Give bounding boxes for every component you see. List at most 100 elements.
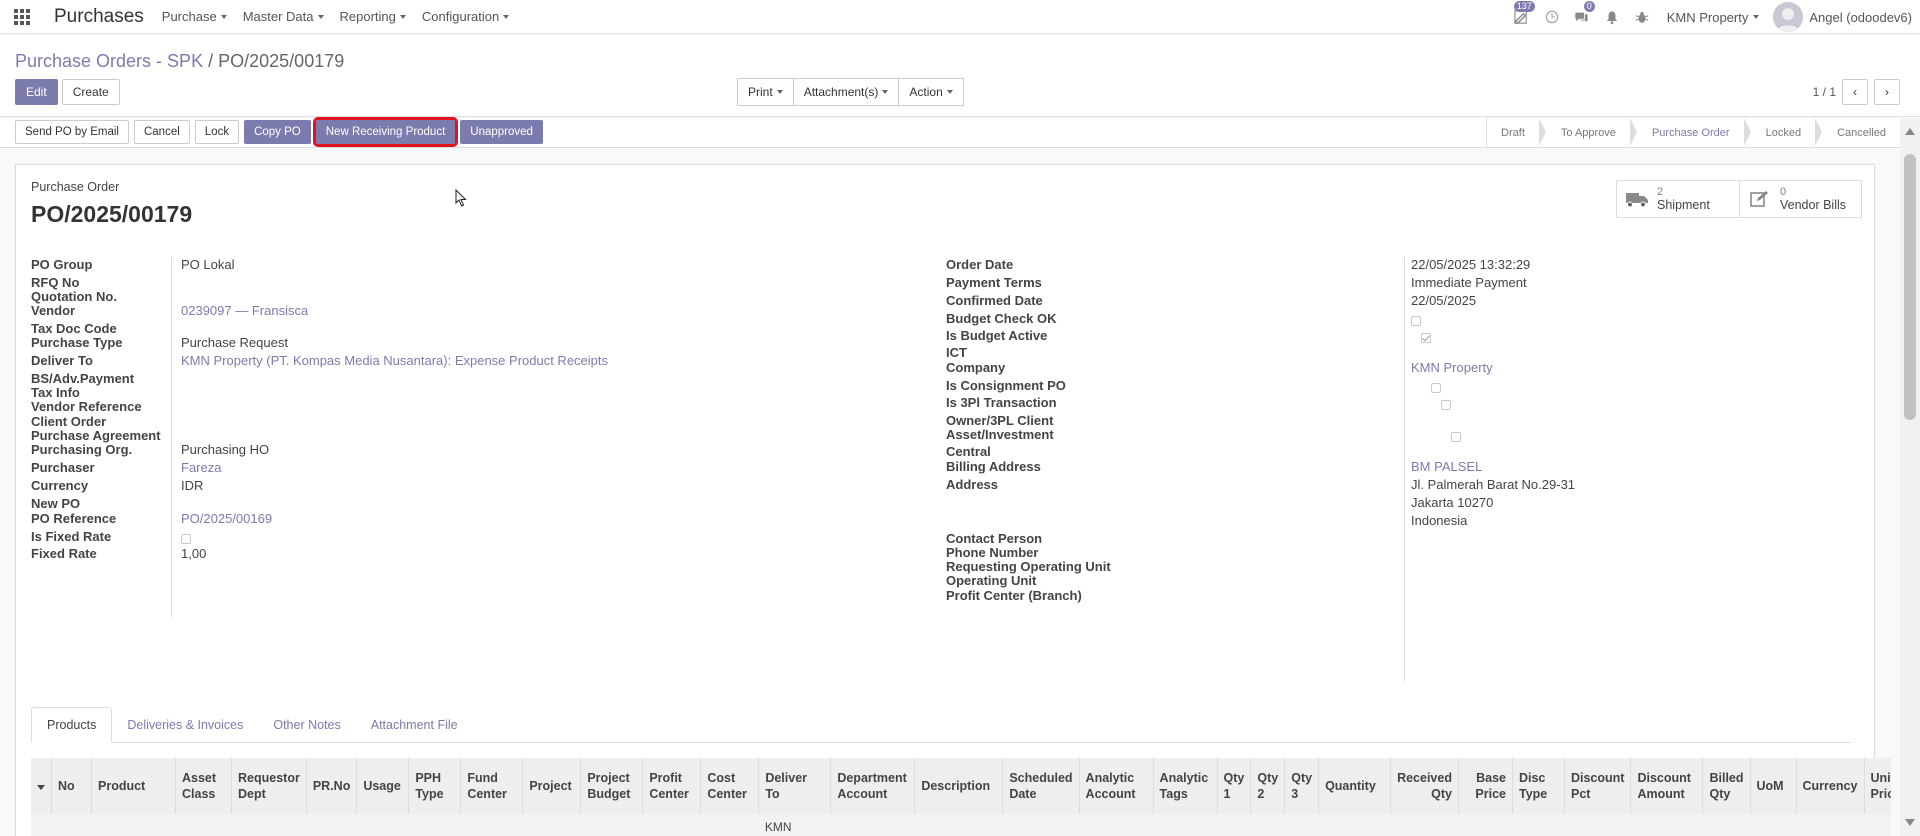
scroll-thumb[interactable]: [1904, 154, 1916, 420]
column-header-disc-type[interactable]: Disc Type: [1512, 758, 1565, 814]
pager-previous-button[interactable]: ‹: [1842, 79, 1868, 105]
action-dropdown[interactable]: Action: [898, 78, 964, 106]
column-header-description[interactable]: Description: [914, 758, 1004, 814]
table-cell: [1079, 814, 1154, 836]
shipment-smart-button[interactable]: 2 Shipment: [1617, 181, 1739, 217]
pager-next-button[interactable]: ›: [1874, 79, 1900, 105]
column-header-usage[interactable]: Usage: [356, 758, 410, 814]
column-header-qty-1[interactable]: Qty 1: [1217, 758, 1252, 814]
field-label: Billing Address: [946, 459, 1041, 474]
page-scrollbar[interactable]: [1900, 118, 1920, 836]
column-header-cost-center[interactable]: Cost Center: [700, 758, 760, 814]
column-header-product[interactable]: Product: [91, 758, 176, 814]
menu-reporting[interactable]: Reporting: [340, 9, 406, 24]
field-value-link[interactable]: Fareza: [181, 460, 221, 475]
column-header-qty-2[interactable]: Qty 2: [1250, 758, 1286, 814]
field-label: Deliver To: [31, 353, 93, 368]
scroll-up-arrow-icon[interactable]: [1905, 128, 1915, 135]
field-value: 22/05/2025: [1411, 293, 1477, 308]
checkbox[interactable]: [181, 534, 191, 544]
scroll-down-arrow-icon[interactable]: [1905, 819, 1915, 826]
field-value: 22/05/2025 13:32:29: [1411, 257, 1531, 272]
bell-icon[interactable]: [1597, 0, 1627, 34]
clock-icon[interactable]: [1537, 0, 1567, 34]
column-header-project-budget[interactable]: Project Budget: [580, 758, 644, 814]
unapproved-button[interactable]: Unapproved: [460, 120, 543, 144]
column-header-qty-3[interactable]: Qty 3: [1284, 758, 1320, 814]
lock-button[interactable]: Lock: [194, 120, 240, 144]
table-cell: [1630, 814, 1703, 836]
checkbox[interactable]: [1411, 316, 1421, 326]
messages-icon[interactable]: 0: [1567, 0, 1597, 34]
field-value-link[interactable]: KMN Property (PT. Kompas Media Nusantara…: [181, 353, 608, 368]
apps-menu-icon[interactable]: [0, 0, 44, 34]
sort-toggle-header[interactable]: [31, 758, 52, 814]
user-avatar[interactable]: [1773, 2, 1804, 32]
field-label: Is Fixed Rate: [31, 529, 112, 544]
cancel-button[interactable]: Cancel: [133, 120, 190, 144]
column-header-asset-class[interactable]: Asset Class: [175, 758, 232, 814]
attachments-dropdown[interactable]: Attachment(s): [792, 78, 900, 106]
column-header-pph-type[interactable]: PPH Type: [408, 758, 462, 814]
breadcrumb-parent-link[interactable]: Purchase Orders - SPK: [15, 51, 203, 71]
column-header-quantity[interactable]: Quantity: [1318, 758, 1392, 814]
menu-configuration[interactable]: Configuration: [422, 9, 510, 24]
column-header-billed-qty[interactable]: Billed Qty: [1702, 758, 1751, 814]
send-po-email-button[interactable]: Send PO by Email: [15, 120, 129, 144]
messages-badge: 0: [1583, 1, 1595, 12]
field-value-link[interactable]: 0239097 — Fransisca: [181, 303, 308, 318]
checkbox-checked[interactable]: [1421, 333, 1431, 343]
column-header-scheduled-date[interactable]: Scheduled Date: [1002, 758, 1080, 814]
field-value-link[interactable]: PO/2025/00169: [181, 511, 272, 526]
user-name[interactable]: Angel (odoodev6): [1809, 10, 1912, 25]
column-header-project[interactable]: Project: [522, 758, 582, 814]
company-switcher[interactable]: KMN Property: [1667, 10, 1760, 25]
tab-deliveries-invoices[interactable]: Deliveries & Invoices: [112, 707, 258, 743]
stage-to-approve: To Approve: [1538, 118, 1637, 147]
tab-products[interactable]: Products: [31, 707, 113, 743]
column-header-uom[interactable]: UoM: [1750, 758, 1797, 814]
column-header-unit-price[interactable]: Unit Price: [1864, 758, 1891, 814]
column-header-discount-amount[interactable]: Discount Amount: [1630, 758, 1704, 814]
column-header-analytic-tags[interactable]: Analytic Tags: [1153, 758, 1218, 814]
activity-edit-icon[interactable]: 137: [1507, 0, 1537, 34]
field-label: Purchase Type: [31, 335, 123, 350]
table-cell: [700, 814, 759, 836]
field-label: PO Reference: [31, 511, 117, 526]
table-row[interactable]: KMN: [31, 814, 1891, 836]
stage-locked: Locked: [1743, 118, 1823, 147]
column-header-requestor-dept[interactable]: Requestor Dept: [231, 758, 307, 814]
pager-value[interactable]: 1 / 1: [1813, 85, 1836, 99]
menu-label: Purchase: [161, 9, 217, 24]
column-header-department-account[interactable]: Department Account: [830, 758, 916, 814]
column-header-base-price[interactable]: Base Price: [1458, 758, 1513, 814]
column-header-deliver-to[interactable]: Deliver To: [758, 758, 832, 814]
checkbox[interactable]: [1451, 432, 1461, 442]
column-header-no[interactable]: No: [51, 758, 92, 814]
column-header-fund-center[interactable]: Fund Center: [460, 758, 524, 814]
field-value-link[interactable]: BM PALSEL: [1411, 459, 1482, 474]
column-header-discount-pct[interactable]: Discount Pct: [1564, 758, 1632, 814]
menu-master-data[interactable]: Master Data: [243, 9, 324, 24]
checkbox[interactable]: [1441, 400, 1451, 410]
tab-other-notes[interactable]: Other Notes: [258, 707, 355, 743]
column-header-profit-center[interactable]: Profit Center: [642, 758, 702, 814]
print-dropdown[interactable]: Print: [737, 78, 794, 106]
bug-icon[interactable]: [1627, 0, 1657, 34]
column-header-pr-no[interactable]: PR.No: [306, 758, 358, 814]
menu-label: Master Data: [242, 9, 314, 24]
form-sheet: Purchase Order PO/2025/00179 2 Shipment 0…: [15, 164, 1891, 836]
column-header-analytic-account[interactable]: Analytic Account: [1079, 758, 1154, 814]
edit-button[interactable]: Edit: [15, 79, 58, 105]
new-receiving-product-button[interactable]: New Receiving Product: [312, 117, 459, 147]
sort-caret-icon: [37, 785, 45, 790]
create-button[interactable]: Create: [61, 79, 120, 105]
vendor-bills-smart-button[interactable]: 0 Vendor Bills: [1739, 181, 1861, 217]
field-value-link[interactable]: KMN Property: [1411, 360, 1493, 375]
menu-purchase[interactable]: Purchase: [162, 9, 227, 24]
column-header-received-qty[interactable]: Received Qty: [1390, 758, 1459, 814]
tab-attachment-file[interactable]: Attachment File: [356, 707, 473, 743]
column-header-currency[interactable]: Currency: [1796, 758, 1865, 814]
copy-po-button[interactable]: Copy PO: [244, 120, 311, 144]
checkbox[interactable]: [1431, 383, 1441, 393]
